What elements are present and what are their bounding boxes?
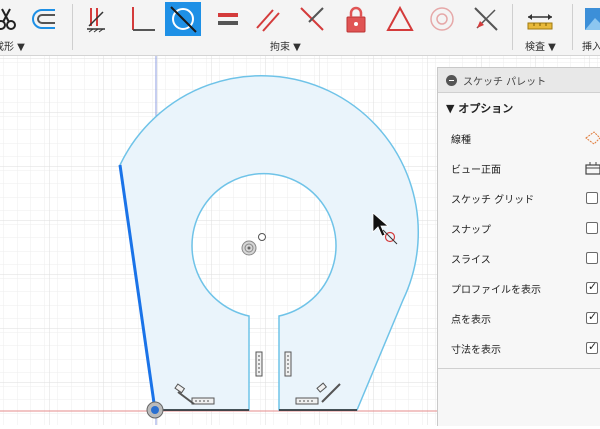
create-group-label[interactable]: 成形 ▼ — [0, 38, 25, 53]
tangent-tool[interactable] — [165, 2, 201, 36]
parallel-icon — [256, 9, 280, 32]
row-label: 線種 — [451, 134, 471, 146]
row-label: スケッチ グリッド — [451, 194, 535, 206]
midpoint-icon — [474, 7, 498, 31]
equal-icon — [218, 13, 238, 25]
horizontal-constraint-icon[interactable] — [295, 397, 319, 405]
horizontal-constraint-icon[interactable] — [191, 397, 215, 405]
palette-row-snap[interactable]: スナップ — [438, 213, 600, 243]
collapse-icon[interactable] — [446, 74, 457, 86]
coincident-tool[interactable] — [80, 2, 116, 36]
collinear-tool[interactable] — [124, 2, 160, 36]
show-points-checkbox[interactable] — [586, 310, 598, 324]
collinear-icon — [132, 7, 155, 31]
offset-icon — [32, 9, 55, 29]
center-point[interactable] — [241, 240, 257, 256]
concentric-icon — [430, 7, 454, 31]
palette-row-linetype[interactable]: 線種 — [438, 123, 600, 153]
offset-tool[interactable] — [26, 2, 62, 36]
palette-title: スケッチ パレット — [463, 76, 547, 88]
tangent-icon — [170, 6, 197, 33]
toolbar-separator — [512, 4, 513, 50]
concentric-tool[interactable] — [424, 2, 460, 36]
symmetry-tool[interactable] — [382, 2, 418, 36]
scissors-icon — [0, 8, 16, 30]
sketch-palette: スケッチ パレット ▼ オプション 線種 ビュー正面 スケッチ グリッド スナッ… — [437, 67, 600, 426]
triangle-icon — [386, 5, 414, 31]
show-profile-checkbox[interactable] — [586, 280, 598, 294]
insert-group-label[interactable]: 挿入 ▼ — [582, 38, 600, 53]
vertical-constraint-icon[interactable] — [255, 351, 263, 377]
constraints-group-label[interactable]: 拘束 ▼ — [270, 38, 301, 53]
palette-divider — [438, 368, 600, 369]
palette-row-show-points[interactable]: 点を表示 — [438, 303, 600, 333]
palette-header[interactable]: スケッチ パレット — [438, 68, 600, 93]
equal-tool[interactable] — [210, 2, 246, 36]
row-label: 寸法を表示 — [451, 344, 501, 356]
row-label: プロファイルを表示 — [451, 284, 541, 296]
ruler-icon — [527, 14, 553, 30]
sketch-grid-checkbox[interactable] — [586, 192, 598, 204]
trim-tool[interactable] — [0, 2, 24, 36]
tangent-glyph-point — [258, 233, 266, 241]
row-label: スナップ — [451, 224, 491, 236]
palette-row-sketch-grid[interactable]: スケッチ グリッド — [438, 183, 600, 213]
slice-checkbox[interactable] — [586, 252, 598, 264]
options-section-header[interactable]: ▼ オプション — [438, 93, 600, 123]
midpoint-tool[interactable] — [468, 2, 504, 36]
insert-image-icon — [585, 8, 600, 30]
measure-tool[interactable] — [522, 2, 558, 36]
palette-row-look-at[interactable]: ビュー正面 — [438, 153, 600, 183]
inspect-group-label[interactable]: 検査 ▼ — [525, 38, 556, 53]
toolbar-separator — [72, 4, 73, 50]
palette-row-show-profile[interactable]: プロファイルを表示 — [438, 273, 600, 303]
palette-row-slice[interactable]: スライス — [438, 243, 600, 273]
options-section-label: ▼ オプション — [446, 102, 514, 115]
row-label: 点を表示 — [451, 314, 491, 326]
coincident-icon — [87, 8, 105, 33]
insert-tool[interactable] — [578, 2, 600, 36]
show-dimensions-checkbox[interactable] — [586, 340, 598, 354]
origin-point[interactable] — [146, 401, 164, 419]
fix-unfix-tool[interactable] — [338, 2, 374, 36]
vertical-constraint-icon[interactable] — [284, 351, 292, 377]
palette-row-show-dimensions[interactable]: 寸法を表示 — [438, 333, 600, 363]
lock-icon — [346, 6, 366, 33]
toolbar-separator — [572, 4, 573, 50]
parallel-tool[interactable] — [250, 2, 286, 36]
look-at-icon[interactable] — [584, 160, 600, 176]
linetype-icon[interactable] — [584, 130, 600, 146]
row-label: ビュー正面 — [451, 164, 501, 176]
perpendicular-icon — [300, 7, 324, 31]
row-label: スライス — [451, 254, 491, 266]
snap-checkbox[interactable] — [586, 222, 598, 234]
perpendicular-tool[interactable] — [294, 2, 330, 36]
toolbar: 成形 ▼ — [0, 0, 600, 56]
